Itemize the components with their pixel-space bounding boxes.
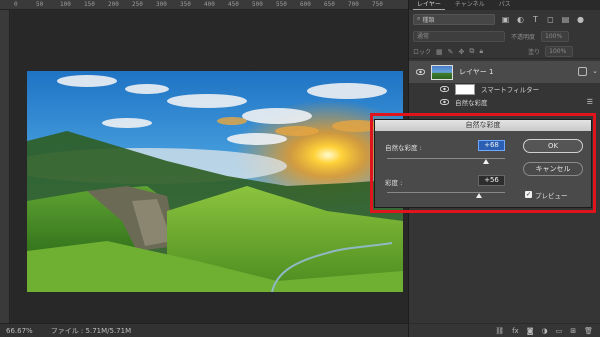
filter-toggle-icon[interactable]: ●: [576, 15, 585, 24]
file-info: ファイル : 5.71M/5.71M: [50, 326, 132, 335]
status-bar: 66.67% ファイル : 5.71M/5.71M: [0, 323, 408, 337]
vibrance-input[interactable]: +68: [478, 140, 505, 151]
canvas-workspace[interactable]: [11, 11, 408, 323]
dialog-title[interactable]: 自然な彩度: [375, 120, 591, 131]
saturation-label: 彩度 :: [385, 179, 403, 187]
ruler-label: 0: [14, 1, 18, 8]
ruler-label: 700: [348, 1, 359, 8]
blend-row: 通常 不透明度 100%: [409, 28, 600, 44]
tab-channels[interactable]: チャンネル: [451, 0, 489, 10]
mask-icon[interactable]: ◙: [527, 327, 534, 335]
ruler-label: 650: [324, 1, 335, 8]
ruler-label: 450: [228, 1, 239, 8]
layer-thumbnail: [431, 64, 453, 80]
filter-blend-options-icon[interactable]: ☰: [587, 98, 593, 106]
ruler-label: 250: [132, 1, 143, 8]
layer-name[interactable]: レイヤー 1: [459, 67, 493, 77]
filter-mask-thumbnail[interactable]: [455, 83, 475, 95]
ruler-label: 300: [156, 1, 167, 8]
folder-icon[interactable]: ▭: [556, 327, 563, 335]
layer-row[interactable]: レイヤー 1 ⌄: [409, 61, 600, 83]
smart-filter-eye-icon[interactable]: [439, 85, 449, 93]
zoom-level[interactable]: 66.67%: [6, 327, 33, 335]
visibility-eye-icon[interactable]: [415, 68, 425, 76]
lock-pixels-icon[interactable]: ▦: [436, 48, 443, 56]
tab-paths[interactable]: パス: [495, 0, 515, 10]
landscape-photo[interactable]: [27, 71, 403, 292]
blend-mode-select[interactable]: 通常: [413, 30, 505, 42]
artboard-lock-icon[interactable]: ⧉: [469, 47, 474, 56]
ruler-label: 50: [36, 1, 44, 8]
layer-filter-row: ⌕ 種類 ▣ ◐ T ◻ ▤ ●: [409, 11, 600, 27]
ruler-label: 200: [108, 1, 119, 8]
vibrance-slider-thumb[interactable]: [483, 159, 490, 164]
image-filter-icon[interactable]: ▣: [501, 15, 510, 24]
search-icon: ⌕: [417, 15, 421, 22]
opacity-input[interactable]: 100%: [541, 30, 570, 42]
layer-options-icon[interactable]: ⌄: [592, 67, 598, 75]
checkmark-icon: ✓: [525, 191, 532, 198]
landscape-image: [27, 71, 403, 292]
saturation-slider-thumb[interactable]: [476, 193, 483, 198]
ruler-vertical: [0, 10, 10, 323]
saturation-input[interactable]: +56: [478, 175, 505, 186]
move-lock-icon[interactable]: ✥: [459, 48, 465, 56]
ruler-label: 150: [84, 1, 95, 8]
adjustment-filter-icon[interactable]: ◐: [516, 15, 525, 24]
smart-filter-row[interactable]: スマートフィルター: [409, 83, 600, 95]
trash-icon[interactable]: 🗑︎: [584, 327, 593, 335]
lock-row: ロック ▦ ✎ ✥ ⧉ 🔒︎ 塗り 100%: [409, 45, 600, 59]
ruler-label: 550: [276, 1, 287, 8]
fill-input[interactable]: 100%: [545, 46, 574, 57]
vibrance-filter-label: 自然な彩度: [455, 99, 488, 107]
ruler-label: 750: [372, 1, 383, 8]
smart-object-badge-icon: [578, 67, 587, 76]
saturation-slider-track[interactable]: [387, 192, 505, 193]
vibrance-label: 自然な彩度 :: [385, 144, 422, 152]
preview-label: プレビュー: [535, 192, 568, 200]
ruler-horizontal: 0 50 100 150 200 250 300 350 400 450 500…: [0, 0, 408, 10]
ok-button[interactable]: OK: [523, 139, 583, 153]
new-layer-icon[interactable]: ⊞: [570, 327, 576, 335]
ruler-label: 600: [300, 1, 311, 8]
ruler-label: 100: [60, 1, 71, 8]
brush-lock-icon[interactable]: ✎: [448, 48, 454, 56]
fx-icon[interactable]: fx: [512, 327, 519, 335]
layer-kind-filter[interactable]: ⌕ 種類: [413, 13, 495, 25]
panel-tabs: レイヤー チャンネル パス: [409, 0, 600, 10]
vibrance-filter-row[interactable]: 自然な彩度 ☰: [409, 96, 600, 108]
shape-filter-icon[interactable]: ◻: [546, 15, 555, 24]
lock-icon[interactable]: 🔒︎: [479, 47, 483, 56]
smart-filter-label: スマートフィルター: [481, 86, 540, 94]
vibrance-dialog: 自然な彩度 自然な彩度 : +68 彩度 : +56 OK キャンセル ✓ プレ…: [374, 119, 592, 208]
fill-label: 塗り: [528, 49, 541, 56]
adjustment-icon[interactable]: ◑: [542, 327, 548, 335]
preview-checkbox[interactable]: ✓: [525, 191, 532, 198]
lock-label: ロック: [413, 49, 432, 56]
link-icon[interactable]: ⛓: [495, 327, 504, 335]
cancel-button[interactable]: キャンセル: [523, 162, 583, 176]
filter-kind-label: 種類: [422, 16, 435, 24]
ruler-label: 500: [252, 1, 263, 8]
tab-layers[interactable]: レイヤー: [413, 0, 445, 10]
vibrance-eye-icon[interactable]: [439, 98, 449, 106]
ruler-label: 400: [204, 1, 215, 8]
smart-object-filter-icon[interactable]: ▤: [561, 15, 570, 24]
opacity-label: 不透明度: [511, 33, 536, 41]
type-filter-icon[interactable]: T: [531, 15, 540, 24]
ruler-label: 350: [180, 1, 191, 8]
layers-panel-footer: ⛓ fx ◙ ◑ ▭ ⊞ 🗑︎: [409, 323, 600, 337]
